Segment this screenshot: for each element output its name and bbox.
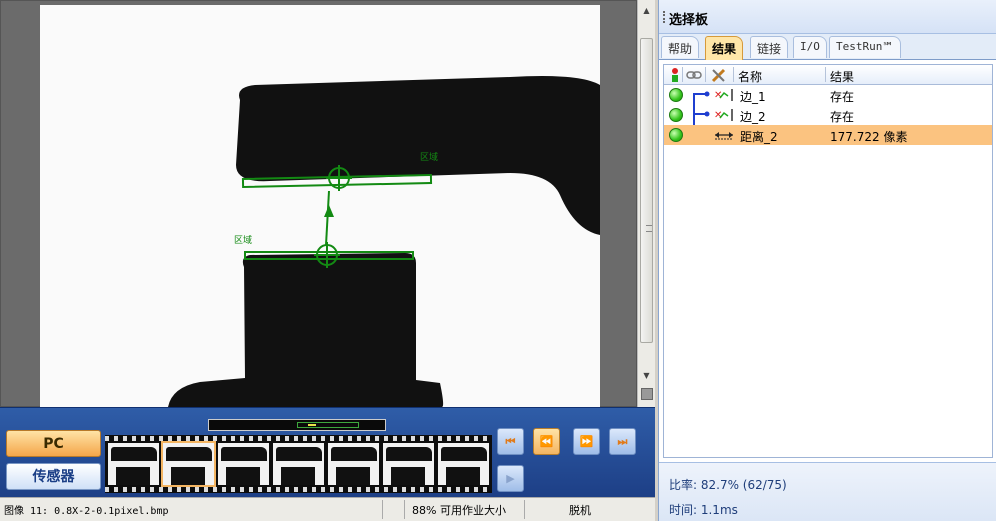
execution-time: 时间: 1.1ms — [669, 503, 738, 517]
status-column-icon — [672, 68, 678, 82]
film-holes-bottom — [105, 487, 492, 492]
play-button[interactable]: ▶ — [497, 465, 524, 492]
name-column-header[interactable]: 名称 — [738, 68, 762, 85]
grip-icon — [646, 225, 652, 232]
results-summary: 比率: 82.7% (62/75) 时间: 1.1ms — [659, 462, 996, 521]
scroll-up-icon[interactable]: ▲ — [638, 2, 655, 19]
film-frame[interactable] — [273, 443, 324, 485]
edge-icon: ✕ — [714, 109, 733, 121]
sensor-button[interactable]: 传感器 — [6, 463, 101, 490]
film-frame[interactable] — [218, 443, 269, 485]
status-divider — [404, 500, 405, 519]
status-divider — [382, 500, 383, 519]
drag-handle-icon[interactable] — [663, 11, 665, 23]
result-name: 边_1 — [740, 90, 766, 104]
vertical-scrollbar[interactable]: ▲ ▼ — [637, 0, 655, 407]
palette-title: 选择板 — [659, 0, 996, 34]
palette-tabs: 帮助 结果 链接 I/O TestRun℠ — [659, 34, 996, 60]
distance-icon — [715, 132, 733, 140]
workspace-size: 88% 可用作业大小 — [412, 504, 506, 517]
result-name: 距离_2 — [740, 130, 778, 144]
scroll-thumb[interactable] — [640, 38, 653, 343]
film-frame[interactable] — [161, 441, 216, 487]
header-divider — [733, 67, 734, 82]
pass-status-icon — [669, 88, 683, 102]
first-frame-button[interactable]: ⏮ — [497, 428, 524, 455]
tools-column-icon — [711, 68, 726, 83]
filmstrip-area: PC 传感器 ⏮ ⏪ ⏩ ⏭ ▶ — [0, 407, 655, 497]
region-label-top: 区域 — [420, 151, 438, 163]
part-image: 区域 区域 — [168, 76, 600, 407]
distance-overlay — [324, 190, 334, 246]
pc-button[interactable]: PC — [6, 430, 101, 457]
header-divider — [705, 67, 706, 82]
region-label-bottom: 区域 — [234, 234, 252, 246]
size-corner-icon — [641, 388, 653, 400]
tab-results[interactable]: 结果 — [705, 36, 744, 60]
result-row[interactable]: ✕ 边_2 存在 — [664, 105, 992, 125]
part-bottom-post — [168, 253, 444, 407]
pass-status-icon — [669, 108, 683, 122]
image-canvas[interactable]: 区域 区域 — [40, 5, 600, 407]
result-value: 存在 — [830, 110, 855, 124]
next-frame-button[interactable]: ⏩ — [573, 428, 600, 455]
position-indicator — [297, 422, 359, 428]
previous-frame-button[interactable]: ⏪ — [533, 428, 560, 455]
image-info: 图像 11: 0.8X-2-0.1pixel.bmp — [4, 506, 169, 517]
connection-mode: 脱机 — [569, 504, 591, 517]
film-frame[interactable] — [328, 443, 379, 485]
link-column-icon — [686, 71, 702, 79]
scroll-down-icon[interactable]: ▼ — [638, 367, 655, 384]
pass-status-icon — [669, 128, 683, 142]
edge-icon: ✕ — [714, 89, 733, 101]
result-row[interactable]: ✕ 边_1 存在 — [664, 85, 992, 105]
result-value: 177.722 像素 — [830, 130, 908, 144]
result-value: 存在 — [830, 90, 855, 104]
last-frame-button[interactable]: ⏭ — [609, 428, 636, 455]
result-column-header[interactable]: 结果 — [830, 68, 854, 85]
status-divider — [524, 500, 525, 519]
filmstrip[interactable] — [105, 435, 492, 493]
status-bar: 图像 11: 0.8X-2-0.1pixel.bmp 88% 可用作业大小 脱机 — [0, 497, 655, 521]
pass-ratio: 比率: 82.7% (62/75) — [669, 478, 787, 492]
film-frame[interactable] — [383, 443, 434, 485]
part-top-arm — [236, 76, 600, 235]
image-viewer[interactable]: 区域 区域 — [0, 0, 637, 407]
vision-app-window: 区域 区域 ▲ ▼ PC 传感器 ⏮ ⏪ ⏩ ⏭ ▶ 图像 11: 0.8X-2… — [0, 0, 996, 521]
results-grid[interactable]: 名称 结果 ✕ 边_1 存在 ✕ 边_2 存在 距离_2 177.722 像素 — [663, 64, 993, 458]
result-name: 边_2 — [740, 110, 766, 124]
palette-panel: 选择板 帮助 结果 链接 I/O TestRun℠ 名称 结果 ✕ 边_1 存在… — [658, 0, 996, 521]
header-divider — [825, 67, 826, 82]
results-header: 名称 结果 — [664, 65, 992, 85]
film-holes-top — [105, 436, 492, 441]
film-frame[interactable] — [438, 443, 489, 485]
palette-title-text: 选择板 — [669, 13, 709, 28]
tab-links[interactable]: 链接 — [750, 36, 789, 58]
tab-help[interactable]: 帮助 — [661, 36, 700, 58]
tab-testrun[interactable]: TestRun℠ — [829, 36, 901, 58]
filmstrip-position-bar[interactable] — [208, 419, 386, 431]
header-divider — [682, 67, 683, 82]
film-frame[interactable] — [108, 443, 159, 485]
result-row-selected[interactable]: 距离_2 177.722 像素 — [664, 125, 992, 145]
tab-io[interactable]: I/O — [793, 36, 827, 58]
